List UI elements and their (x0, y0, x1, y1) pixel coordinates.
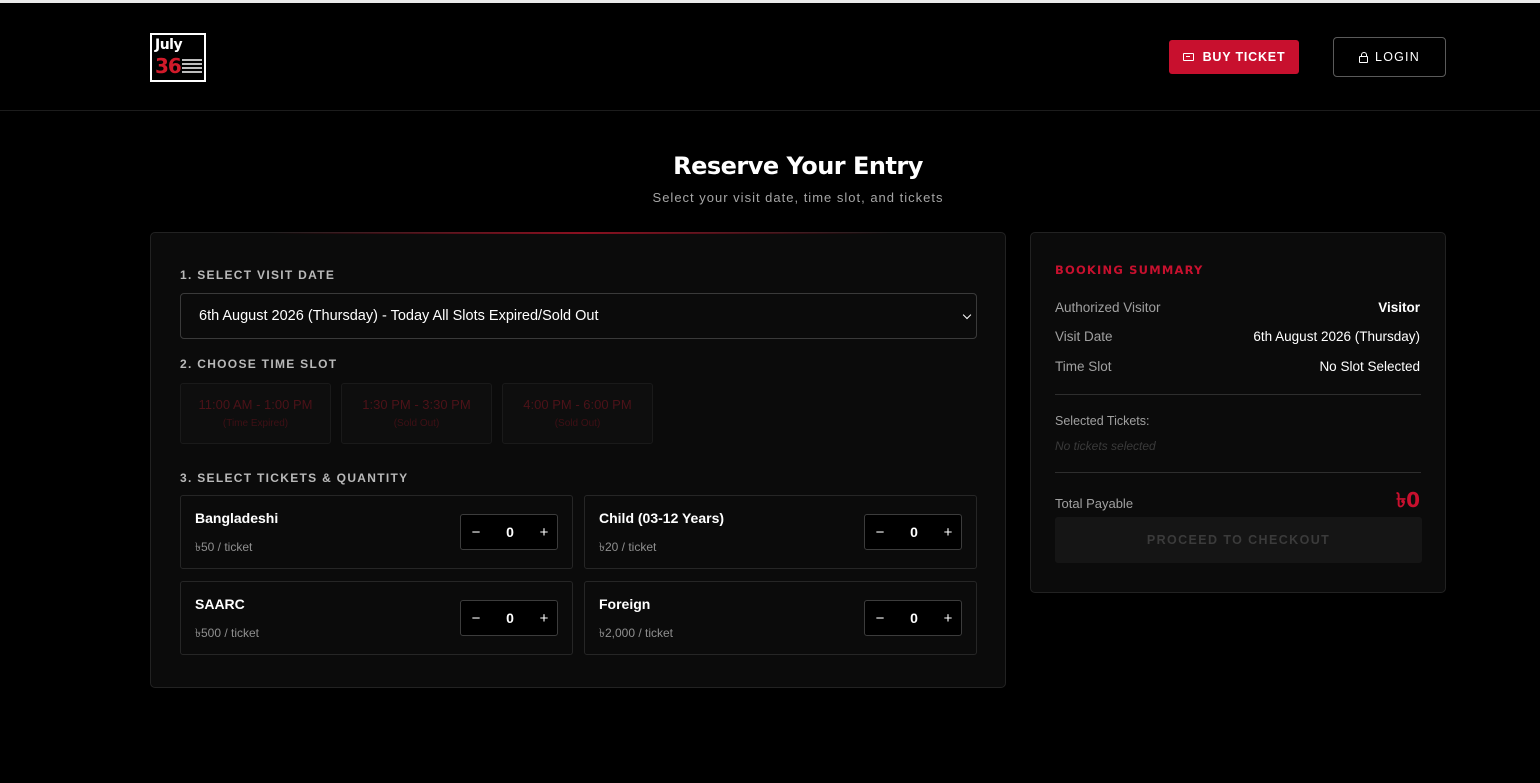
login-button[interactable]: LOGIN (1333, 37, 1446, 77)
increment-button[interactable]: + (529, 515, 559, 549)
summary-title: BOOKING SUMMARY (1055, 263, 1204, 277)
ticket-icon (1182, 53, 1194, 61)
decrement-button[interactable]: − (461, 515, 491, 549)
selected-date-text: 6th August 2026 (Thursday) - Today All S… (199, 308, 599, 324)
ticket-card-child: Child (03-12 Years) ৳20 / ticket − 0 + (584, 495, 977, 569)
site-logo[interactable]: July 36 (150, 33, 206, 82)
selected-tickets-label: Selected Tickets: (1055, 414, 1150, 428)
increment-button[interactable]: + (933, 601, 963, 635)
ticket-name: Foreign (599, 596, 651, 612)
booking-summary-panel: BOOKING SUMMARY Authorized Visitor Visit… (1030, 232, 1446, 593)
ticket-price: ৳500 / ticket (195, 626, 260, 640)
ticket-section-label: 3. SELECT TICKETS & QUANTITY (180, 471, 409, 485)
time-slot[interactable]: 11:00 AM - 1:00 PM (Time Expired) (180, 383, 331, 444)
quantity-value: 0 (910, 610, 918, 626)
visit-date-label: Visit Date (1055, 329, 1113, 344)
site-header: July 36 BUY TICKET LOGIN (0, 3, 1540, 111)
increment-button[interactable]: + (933, 515, 963, 549)
date-section-label: 1. SELECT VISIT DATE (180, 268, 336, 282)
quantity-stepper: − 0 + (864, 514, 962, 550)
ticket-name: SAARC (195, 596, 245, 612)
page-subtitle: Select your visit date, time slot, and t… (652, 190, 944, 205)
booking-form-panel: 1. SELECT VISIT DATE 6th August 2026 (Th… (150, 232, 1006, 688)
time-slot-label: Time Slot (1055, 359, 1112, 374)
slot-time: 11:00 AM - 1:00 PM (198, 397, 313, 412)
total-value: ৳0 (1396, 488, 1420, 512)
decrement-button[interactable]: − (865, 515, 895, 549)
slot-status: (Sold Out) (554, 418, 601, 429)
slot-time: 4:00 PM - 6:00 PM (523, 397, 632, 412)
quantity-stepper: − 0 + (864, 600, 962, 636)
buy-ticket-label: BUY TICKET (1202, 50, 1286, 64)
ticket-price: ৳50 / ticket (195, 540, 253, 554)
ticket-price: ৳2,000 / ticket (599, 626, 674, 640)
ticket-card-saarc: SAARC ৳500 / ticket − 0 + (180, 581, 573, 655)
decrement-button[interactable]: − (865, 601, 895, 635)
decrement-button[interactable]: − (461, 601, 491, 635)
no-tickets-text: No tickets selected (1055, 439, 1156, 453)
time-slot[interactable]: 4:00 PM - 6:00 PM (Sold Out) (502, 383, 653, 444)
quantity-value: 0 (910, 524, 918, 540)
visit-date-value: 6th August 2026 (Thursday) (1253, 329, 1420, 344)
quantity-stepper: − 0 + (460, 514, 558, 550)
visitor-label: Authorized Visitor (1055, 300, 1161, 315)
quantity-stepper: − 0 + (460, 600, 558, 636)
logo-line2: 36 (155, 54, 182, 78)
quantity-value: 0 (506, 610, 514, 626)
visit-date-select[interactable]: 6th August 2026 (Thursday) - Today All S… (180, 293, 977, 339)
ticket-name: Child (03-12 Years) (599, 510, 725, 526)
ticket-card-foreign: Foreign ৳2,000 / ticket − 0 + (584, 581, 977, 655)
summary-divider (1055, 394, 1421, 395)
panel-top-glow (271, 232, 891, 234)
time-slot[interactable]: 1:30 PM - 3:30 PM (Sold Out) (341, 383, 492, 444)
buy-ticket-button[interactable]: BUY TICKET (1169, 40, 1299, 74)
slot-section-label: 2. CHOOSE TIME SLOT (180, 357, 338, 371)
ticket-price: ৳20 / ticket (599, 540, 657, 554)
time-slot-value: No Slot Selected (1319, 359, 1420, 374)
ticket-card-bangladeshi: Bangladeshi ৳50 / ticket − 0 + (180, 495, 573, 569)
slot-time: 1:30 PM - 3:30 PM (362, 397, 471, 412)
slot-status: (Sold Out) (393, 418, 440, 429)
logo-line1: July (155, 37, 183, 53)
total-label: Total Payable (1055, 496, 1134, 511)
logo-text-lines (182, 59, 202, 75)
ticket-name: Bangladeshi (195, 510, 279, 526)
increment-button[interactable]: + (529, 601, 559, 635)
quantity-value: 0 (506, 524, 514, 540)
login-label: LOGIN (1375, 50, 1420, 64)
proceed-to-checkout-button[interactable]: PROCEED TO CHECKOUT (1055, 517, 1422, 563)
lock-icon (1359, 51, 1369, 63)
page-title: Reserve Your Entry (673, 152, 923, 180)
visitor-value: Visitor (1378, 300, 1420, 315)
slot-status: (Time Expired) (222, 418, 289, 429)
summary-divider (1055, 472, 1421, 473)
chevron-down-icon (962, 310, 972, 320)
